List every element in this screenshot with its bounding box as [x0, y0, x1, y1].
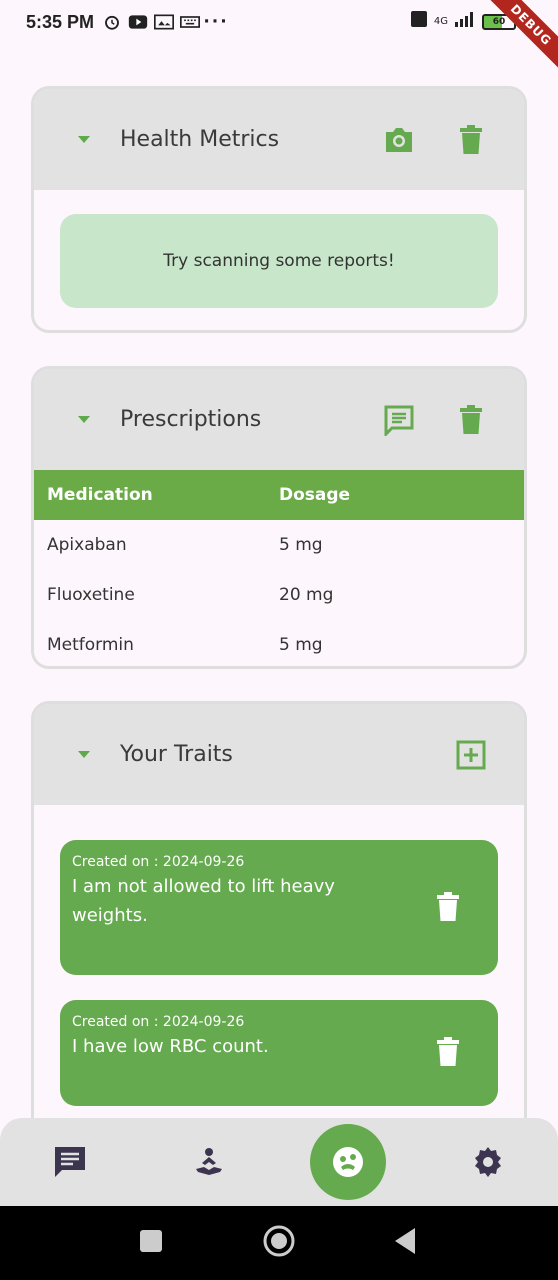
- battery-level: 60: [492, 16, 506, 27]
- medication-cell: Fluoxetine: [47, 585, 135, 605]
- trash-icon[interactable]: [454, 403, 488, 437]
- settings-nav-icon[interactable]: [471, 1145, 505, 1179]
- table-row: Fluoxetine 20 mg: [34, 570, 524, 620]
- column-dosage: Dosage: [279, 485, 351, 505]
- keyboard-icon: [180, 14, 201, 30]
- expand-caret-icon[interactable]: [78, 136, 90, 143]
- table-row: Apixaban 5 mg: [34, 520, 524, 570]
- trash-icon[interactable]: [454, 123, 488, 157]
- camera-icon[interactable]: [382, 123, 416, 157]
- trait-text: I am not allowed to lift heavy weights.: [72, 876, 335, 926]
- column-medication: Medication: [47, 485, 153, 505]
- health-metrics-title: Health Metrics: [120, 127, 280, 152]
- signal-icon: [454, 11, 476, 32]
- alarm-icon: [102, 14, 122, 30]
- prescriptions-card: Prescriptions Medication Dosage Apixaban…: [31, 366, 527, 669]
- expand-caret-icon[interactable]: [78, 751, 90, 758]
- profile-nav-button[interactable]: [310, 1124, 386, 1200]
- dosage-cell: 5 mg: [279, 635, 323, 655]
- traits-header[interactable]: Your Traits: [34, 704, 524, 805]
- media-icon: [154, 14, 175, 30]
- trait-card: Created on : 2024-09-26 I am not allowed…: [60, 840, 498, 975]
- volte-icon: [410, 10, 428, 33]
- profile-icon: [333, 1147, 363, 1177]
- youtube-icon: [128, 14, 148, 30]
- trait-date: Created on : 2024-09-26: [72, 854, 245, 870]
- dosage-cell: 20 mg: [279, 585, 334, 605]
- prescriptions-title: Prescriptions: [120, 407, 262, 432]
- status-time: 5:35 PM: [26, 11, 95, 32]
- table-row: Metformin 5 mg: [34, 620, 524, 666]
- dosage-cell: 5 mg: [279, 535, 323, 555]
- recents-button[interactable]: [139, 1229, 163, 1257]
- expand-caret-icon[interactable]: [78, 416, 90, 423]
- traits-card: Your Traits Created on : 2024-09-26 I am…: [31, 701, 527, 1161]
- chat-nav-icon[interactable]: [53, 1145, 87, 1179]
- delete-trait-icon[interactable]: [436, 891, 462, 924]
- trait-card: Created on : 2024-09-26 I have low RBC c…: [60, 1000, 498, 1106]
- health-metrics-card: Health Metrics Try scanning some reports…: [31, 86, 527, 333]
- add-box-icon[interactable]: [454, 738, 488, 772]
- network-label: 4G: [433, 16, 448, 27]
- traits-title: Your Traits: [120, 742, 233, 767]
- empty-state-message: Try scanning some reports!: [60, 214, 498, 308]
- chat-icon[interactable]: [382, 403, 416, 437]
- home-button[interactable]: [262, 1224, 296, 1262]
- system-navigation-bar: [0, 1206, 558, 1280]
- prescriptions-header[interactable]: Prescriptions: [34, 369, 524, 470]
- medication-cell: Apixaban: [47, 535, 127, 555]
- prescriptions-table-header: Medication Dosage: [34, 470, 524, 520]
- delete-trait-icon[interactable]: [436, 1037, 462, 1069]
- bottom-navigation: [0, 1118, 558, 1206]
- medication-cell: Metformin: [47, 635, 134, 655]
- status-bar: 5:35 PM ··· 4G 60 DEBUG: [0, 0, 558, 72]
- back-button[interactable]: [393, 1227, 417, 1259]
- trait-date: Created on : 2024-09-26: [72, 1014, 245, 1030]
- trait-text: I have low RBC count.: [72, 1036, 269, 1057]
- more-icon: ···: [203, 12, 229, 32]
- meditation-nav-icon[interactable]: [193, 1147, 225, 1177]
- health-metrics-header[interactable]: Health Metrics: [34, 89, 524, 190]
